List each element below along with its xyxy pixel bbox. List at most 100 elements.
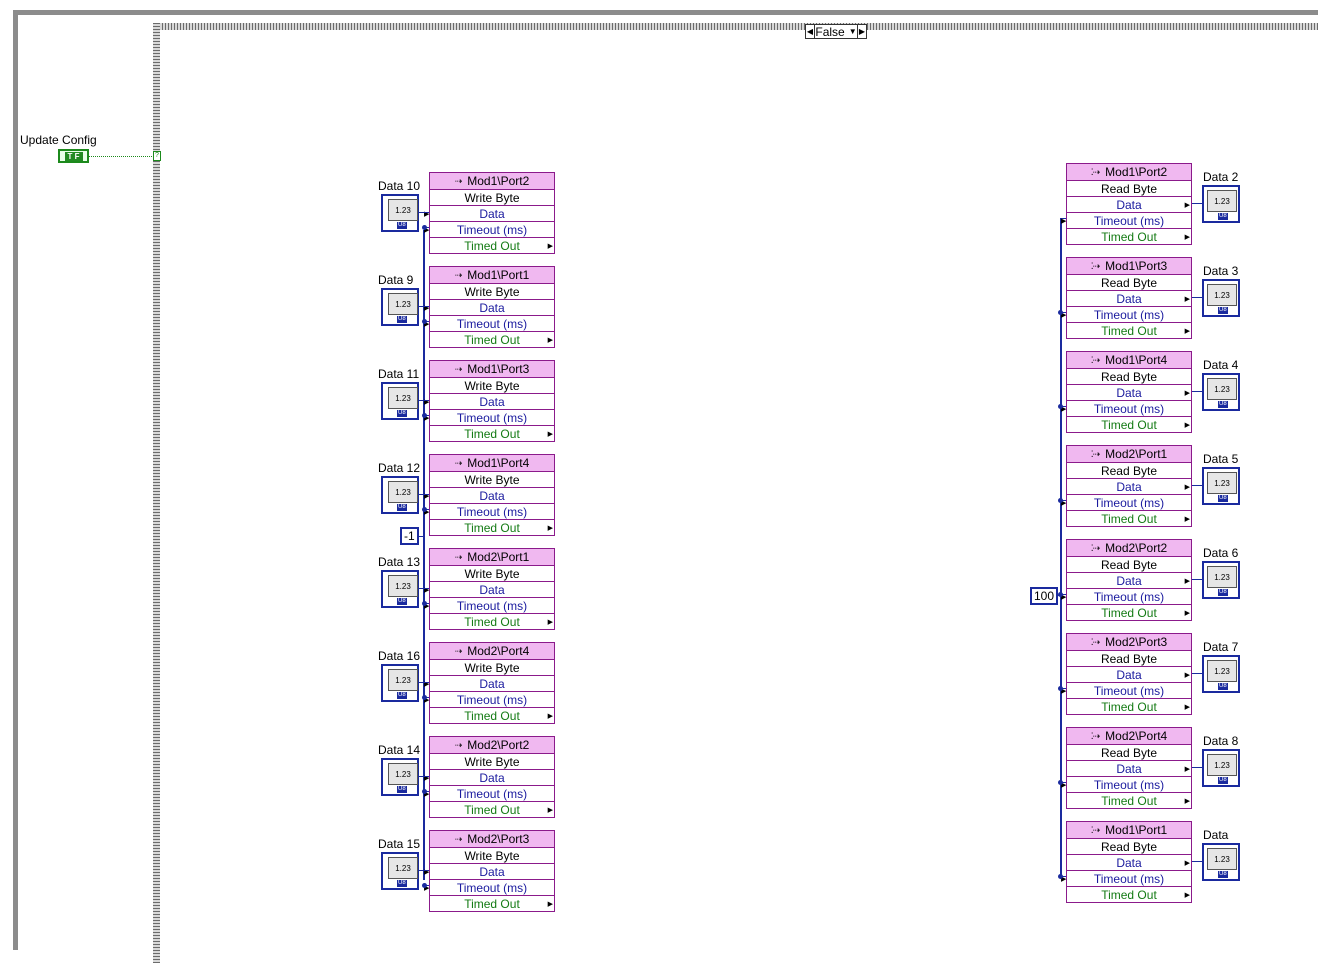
write-node[interactable]: ⇢ Mod2\Port2 Write Byte ▶ Data ▶ Timeout (ms) T… [424,736,555,818]
boolean-wire[interactable] [89,156,154,157]
node-header[interactable]: ⁚⇢ Mod2\Port2 [1067,540,1191,557]
timed-out-terminal[interactable]: Timed Out ▶ [1067,887,1191,902]
node-operation[interactable]: Write Byte [430,190,554,206]
read-node[interactable]: ⁚⇢ Mod2\Port4 Read Byte Data ▶ ▶ Timeout (ms) T… [1061,727,1192,809]
data-wire[interactable] [1192,485,1202,486]
data-terminal[interactable]: Data ▶ [1067,573,1191,589]
timeout-branch-wire[interactable] [1062,218,1066,219]
constant-wire-write[interactable] [418,536,424,537]
data-terminal[interactable]: ▶ Data [424,300,554,316]
write-data-control-terminal[interactable]: 1.23 U8 [381,852,419,890]
read-data-indicator-terminal[interactable]: 1.23 U8 [1202,185,1240,223]
read-data-indicator-terminal[interactable]: 1.23 U8 [1202,561,1240,599]
node-operation[interactable]: Write Byte [430,848,554,864]
data-terminal[interactable]: Data ▶ [1067,291,1191,307]
read-node[interactable]: ⁚⇢ Mod1\Port3 Read Byte Data ▶ ▶ Timeout (ms) T… [1061,257,1192,339]
node-header[interactable]: ⁚⇢ Mod1\Port4 [1067,352,1191,369]
data-terminal[interactable]: Data ▶ [1067,761,1191,777]
node-operation[interactable]: Read Byte [1067,181,1191,197]
node-operation[interactable]: Read Byte [1067,839,1191,855]
write-data-control-terminal[interactable]: 1.23 U8 [381,570,419,608]
write-data-control-terminal[interactable]: 1.23 U8 [381,288,419,326]
node-header[interactable]: ⁚⇢ Mod1\Port2 [1067,164,1191,181]
timeout-terminal[interactable]: ▶ Timeout (ms) [1061,307,1191,323]
write-node[interactable]: ⇢ Mod1\Port1 Write Byte ▶ Data ▶ Timeout (ms) T… [424,266,555,348]
read-data-indicator-terminal[interactable]: 1.23 U8 [1202,373,1240,411]
node-header[interactable]: ⇢ Mod1\Port1 [430,267,554,284]
wire-junction[interactable] [422,225,427,230]
timeout-terminal[interactable]: ▶ Timeout (ms) [1061,683,1191,699]
node-header[interactable]: ⇢ Mod2\Port4 [430,643,554,660]
wire-junction[interactable] [1058,780,1063,785]
write-data-control-terminal[interactable]: 1.23 U8 [381,664,419,702]
timeout-terminal[interactable]: ▶ Timeout (ms) [424,786,554,802]
timeout-terminal[interactable]: ▶ Timeout (ms) [424,504,554,520]
data-terminal[interactable]: Data ▶ [1067,667,1191,683]
wire-junction[interactable] [1058,874,1063,879]
node-header[interactable]: ⇢ Mod1\Port2 [430,173,554,190]
timeout-terminal[interactable]: ▶ Timeout (ms) [1061,777,1191,793]
data-wire[interactable] [419,212,429,213]
node-operation[interactable]: Write Byte [430,566,554,582]
timeout-terminal[interactable]: ▶ Timeout (ms) [424,316,554,332]
wire-junction[interactable] [1058,404,1063,409]
timed-out-terminal[interactable]: Timed Out ▶ [1067,511,1191,526]
data-terminal[interactable]: ▶ Data [424,770,554,786]
timeout-wire-write[interactable] [423,230,425,880]
wire-junction[interactable] [422,413,427,418]
increment-case-icon[interactable]: ▶ [857,25,866,38]
node-header[interactable]: ⇢ Mod2\Port1 [430,549,554,566]
timeout-terminal[interactable]: ▶ Timeout (ms) [1061,213,1191,229]
write-data-control-terminal[interactable]: 1.23 U8 [381,382,419,420]
update-config-terminal[interactable]: T F [58,149,89,163]
timeout-terminal[interactable]: ▶ Timeout (ms) [424,692,554,708]
wire-junction[interactable] [422,319,427,324]
data-wire[interactable] [419,306,429,307]
node-header[interactable]: ⁚⇢ Mod1\Port3 [1067,258,1191,275]
chevron-down-icon[interactable]: ▼ [849,27,857,36]
timeout-terminal[interactable]: ▶ Timeout (ms) [424,222,554,238]
timeout-constant-read[interactable]: 100 [1030,587,1059,605]
timed-out-terminal[interactable]: Timed Out ▶ [430,802,554,817]
node-operation[interactable]: Write Byte [430,378,554,394]
read-node[interactable]: ⁚⇢ Mod2\Port2 Read Byte Data ▶ ▶ Timeout (ms) T… [1061,539,1192,621]
case-selector[interactable]: ◀ False ▼ ▶ [805,24,867,39]
data-wire[interactable] [1192,297,1202,298]
timed-out-terminal[interactable]: Timed Out ▶ [1067,323,1191,338]
write-node[interactable]: ⇢ Mod2\Port3 Write Byte ▶ Data ▶ Timeout (ms) T… [424,830,555,912]
read-node[interactable]: ⁚⇢ Mod1\Port4 Read Byte Data ▶ ▶ Timeout (ms) T… [1061,351,1192,433]
node-header[interactable]: ⁚⇢ Mod2\Port3 [1067,634,1191,651]
write-data-control-terminal[interactable]: 1.23 U8 [381,194,419,232]
data-wire[interactable] [419,588,429,589]
data-terminal[interactable]: ▶ Data [424,676,554,692]
timed-out-terminal[interactable]: Timed Out ▶ [430,896,554,911]
node-operation[interactable]: Read Byte [1067,745,1191,761]
node-operation[interactable]: Write Byte [430,284,554,300]
read-node[interactable]: ⁚⇢ Mod1\Port2 Read Byte Data ▶ ▶ Timeout (ms) T… [1061,163,1192,245]
timed-out-terminal[interactable]: Timed Out ▶ [430,238,554,253]
timed-out-terminal[interactable]: Timed Out ▶ [430,708,554,723]
write-node[interactable]: ⇢ Mod1\Port2 Write Byte ▶ Data ▶ Timeout (ms) T… [424,172,555,254]
node-header[interactable]: ⇢ Mod2\Port2 [430,737,554,754]
timed-out-terminal[interactable]: Timed Out ▶ [430,426,554,441]
node-header[interactable]: ⇢ Mod1\Port3 [430,361,554,378]
timed-out-terminal[interactable]: Timed Out ▶ [1067,605,1191,620]
node-operation[interactable]: Read Byte [1067,557,1191,573]
timed-out-terminal[interactable]: Timed Out ▶ [1067,793,1191,808]
data-wire[interactable] [1192,673,1202,674]
write-node[interactable]: ⇢ Mod2\Port1 Write Byte ▶ Data ▶ Timeout (ms) T… [424,548,555,630]
case-selector-tunnel[interactable]: ? [153,151,161,161]
write-node[interactable]: ⇢ Mod1\Port4 Write Byte ▶ Data ▶ Timeout (ms) T… [424,454,555,536]
node-header[interactable]: ⁚⇢ Mod2\Port1 [1067,446,1191,463]
wire-junction[interactable] [422,695,427,700]
timeout-terminal[interactable]: ▶ Timeout (ms) [424,598,554,614]
timeout-terminal[interactable]: ▶ Timeout (ms) [1061,401,1191,417]
wire-junction[interactable] [1058,686,1063,691]
write-data-control-terminal[interactable]: 1.23 U8 [381,758,419,796]
data-wire[interactable] [1192,767,1202,768]
data-wire[interactable] [1192,579,1202,580]
read-data-indicator-terminal[interactable]: 1.23 U8 [1202,749,1240,787]
read-data-indicator-terminal[interactable]: 1.23 U8 [1202,655,1240,693]
timed-out-terminal[interactable]: Timed Out ▶ [1067,229,1191,244]
node-header[interactable]: ⇢ Mod2\Port3 [430,831,554,848]
